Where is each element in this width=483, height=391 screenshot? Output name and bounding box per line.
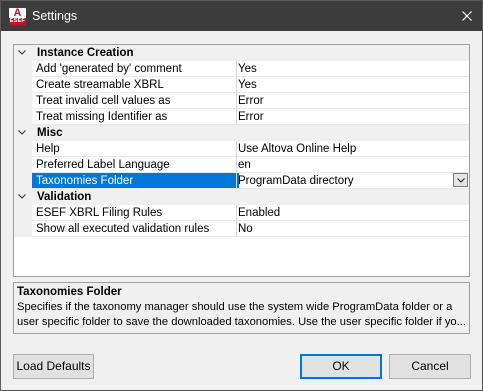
property-value[interactable]: Enabled — [236, 205, 469, 221]
collapse-toggle[interactable] — [16, 125, 28, 141]
property-value[interactable]: Yes — [236, 61, 469, 77]
cancel-button[interactable]: Cancel — [389, 354, 471, 379]
property-value[interactable]: Use Altova Online Help — [236, 141, 469, 157]
property-grid: Instance Creation Add 'generated by' com… — [13, 44, 470, 277]
taxonomies-folder-select[interactable]: ProgramData directory — [236, 173, 469, 189]
collapse-toggle[interactable] — [16, 189, 28, 205]
ok-button[interactable]: OK — [300, 354, 382, 379]
description-panel: Taxonomies Folder Specifies if the taxon… — [13, 282, 470, 334]
close-icon — [462, 11, 472, 21]
collapse-toggle[interactable] — [16, 45, 28, 61]
chevron-down-icon — [457, 178, 465, 183]
property-row-preferred-label-language[interactable]: Preferred Label Language en — [14, 157, 469, 173]
property-name: Preferred Label Language — [32, 157, 239, 173]
row-gutter — [14, 141, 32, 157]
window-title: Settings — [32, 9, 78, 23]
property-value[interactable]: Error — [236, 109, 469, 125]
settings-dialog: A ESEF Settings Instance Creation Add 'g… — [0, 0, 483, 391]
property-name: Treat missing Identifier as — [32, 109, 239, 125]
property-row-taxonomies-folder[interactable]: Taxonomies Folder ProgramData directory — [14, 173, 469, 189]
property-row-create-streamable-xbrl[interactable]: Create streamable XBRL Yes — [14, 77, 469, 93]
property-value[interactable]: No — [236, 221, 469, 237]
property-row-add-generated-by[interactable]: Add 'generated by' comment Yes — [14, 61, 469, 77]
app-icon-label: ESEF — [9, 18, 26, 25]
property-name: Show all executed validation rules — [32, 221, 239, 237]
property-name: ESEF XBRL Filing Rules — [32, 205, 239, 221]
property-row-help[interactable]: Help Use Altova Online Help — [14, 141, 469, 157]
chevron-down-icon — [18, 130, 26, 135]
category-label: Misc — [37, 127, 63, 139]
row-gutter — [14, 109, 32, 125]
chevron-down-icon — [18, 194, 26, 199]
row-gutter — [14, 221, 32, 237]
category-misc[interactable]: Misc — [14, 125, 469, 141]
title-bar[interactable]: A ESEF Settings — [1, 1, 482, 31]
property-name: Taxonomies Folder — [32, 173, 239, 189]
property-row-treat-missing-identifier[interactable]: Treat missing Identifier as Error — [14, 109, 469, 125]
property-row-esef-xbrl-filing-rules[interactable]: ESEF XBRL Filing Rules Enabled — [14, 205, 469, 221]
property-name: Create streamable XBRL — [32, 77, 239, 93]
property-row-treat-invalid-cell-values[interactable]: Treat invalid cell values as Error — [14, 93, 469, 109]
load-defaults-button[interactable]: Load Defaults — [13, 354, 94, 379]
row-gutter — [14, 205, 32, 221]
property-value[interactable]: Error — [236, 93, 469, 109]
row-gutter — [14, 61, 32, 77]
category-validation[interactable]: Validation — [14, 189, 469, 205]
property-value: ProgramData directory — [238, 175, 354, 187]
dropdown-button[interactable] — [453, 173, 468, 187]
property-value[interactable]: en — [236, 157, 469, 173]
description-title: Taxonomies Folder — [17, 286, 122, 298]
row-gutter — [14, 77, 32, 93]
property-name: Treat invalid cell values as — [32, 93, 239, 109]
close-button[interactable] — [452, 1, 482, 31]
description-line: Specifies if the taxonomy manager should… — [17, 301, 453, 313]
esef-app-icon: A ESEF — [9, 8, 26, 25]
chevron-down-icon — [18, 50, 26, 55]
category-label: Instance Creation — [37, 47, 134, 59]
property-name: Help — [32, 141, 239, 157]
property-value[interactable]: Yes — [236, 77, 469, 93]
row-gutter — [14, 93, 32, 109]
category-instance-creation[interactable]: Instance Creation — [14, 45, 469, 61]
property-row-show-all-executed-validation-rules[interactable]: Show all executed validation rules No — [14, 221, 469, 237]
property-name: Add 'generated by' comment — [32, 61, 239, 77]
description-line: user specific folder to save the downloa… — [17, 316, 465, 328]
description-text: Specifies if the taxonomy manager should… — [17, 300, 465, 330]
row-gutter — [14, 157, 32, 173]
row-gutter — [14, 173, 32, 189]
category-label: Validation — [37, 191, 92, 203]
